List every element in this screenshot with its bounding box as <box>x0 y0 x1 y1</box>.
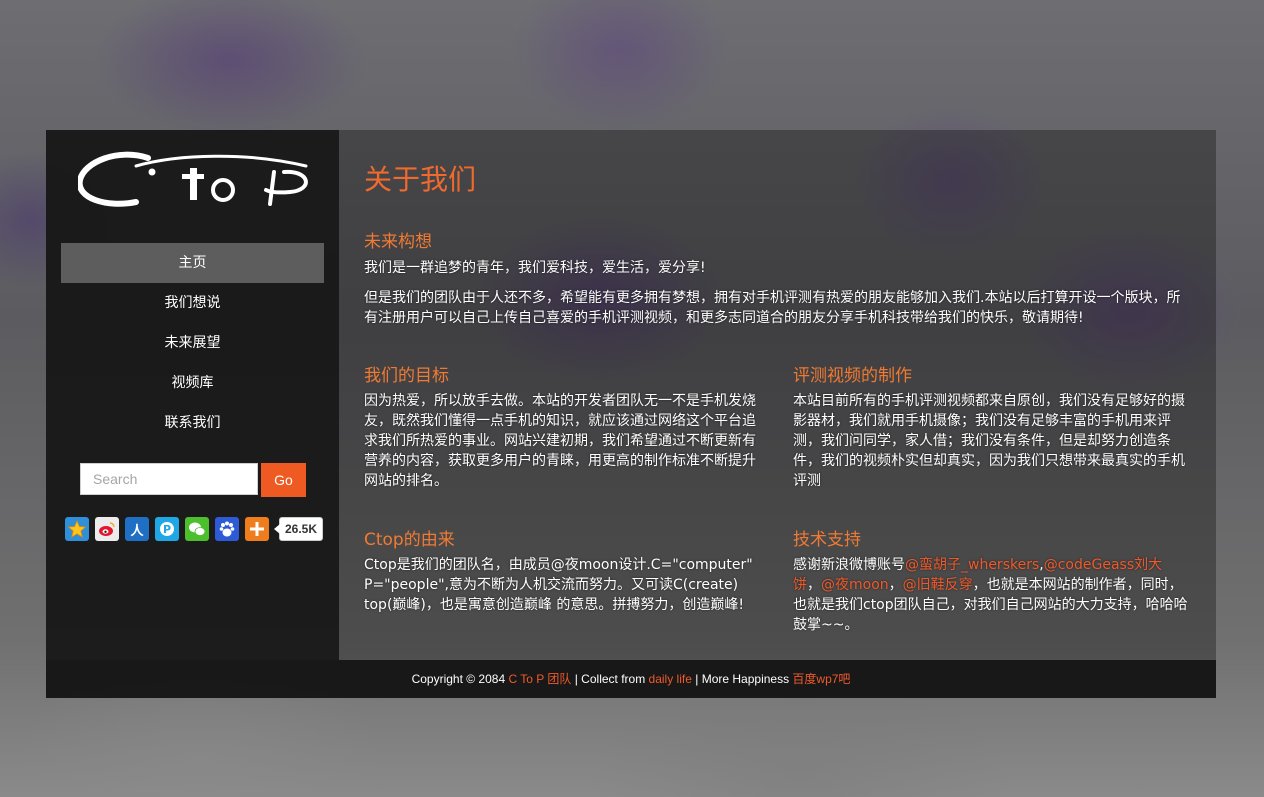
baidu-bar-link[interactable]: 百度wp7吧 <box>792 672 850 686</box>
main-nav: 主页 我们想说 未来展望 视频库 联系我们 <box>61 243 324 443</box>
search-go-button[interactable]: Go <box>261 463 306 497</box>
section-title-video: 评测视频的制作 <box>793 366 912 386</box>
more-happiness-text: | More Happiness <box>695 672 790 686</box>
collect-text: | Collect from <box>574 672 646 686</box>
team-link[interactable]: C To P 团队 <box>508 672 571 686</box>
tech-separator: ， <box>807 577 821 593</box>
more-share-icon[interactable] <box>245 517 269 541</box>
section-title-tech: 技术支持 <box>793 530 861 550</box>
copyright-text: Copyright © 2084 <box>411 672 506 686</box>
sidebar: 主页 我们想说 未来展望 视频库 联系我们 Go 人 P <box>46 130 339 660</box>
weibo-account-link[interactable]: @蛮胡子_wherskers <box>905 557 1039 573</box>
tech-separator: ， <box>888 577 903 593</box>
section-title-origin: Ctop的由来 <box>364 530 455 550</box>
main-content: 关于我们 未来构想 我们是一群追梦的青年，我们爱科技，爱生活，爱分享! 但是我们… <box>339 130 1216 660</box>
daily-life-link[interactable]: daily life <box>649 672 692 686</box>
search-form: Go <box>80 463 306 497</box>
qzone-icon[interactable] <box>65 517 89 541</box>
video-paragraph: 本站目前所有的手机评测视频都来自原创，我们没有足够好的摄影器材，我们就用手机摄像… <box>793 393 1185 489</box>
share-bar: 人 P 26.5K <box>65 517 325 541</box>
renren-icon[interactable]: 人 <box>125 517 149 541</box>
tech-paragraph: 感谢新浪微博账号@蛮胡子_wherskers,@codeGeass刘大饼，@夜m… <box>793 555 1189 635</box>
nav-item-future[interactable]: 未来展望 <box>61 323 324 363</box>
nav-item-home[interactable]: 主页 <box>61 243 324 283</box>
future-paragraph-1: 我们是一群追梦的青年，我们爱科技，爱生活，爱分享! <box>364 260 706 276</box>
weibo-icon[interactable] <box>95 517 119 541</box>
svg-text:P: P <box>163 523 171 536</box>
search-input[interactable] <box>80 463 258 495</box>
weibo-account-link[interactable]: @夜moon <box>821 577 889 593</box>
nav-item-contact[interactable]: 联系我们 <box>61 403 324 443</box>
future-paragraph-2: 但是我们的团队由于人还不多，希望能有更多拥有梦想，拥有对手机评测有热爱的朋友能够… <box>364 290 1181 326</box>
goal-paragraph: 因为热爱，所以放手去做。本站的开发者团队无一不是手机发烧友，既然我们懂得一点手机… <box>364 393 756 489</box>
footer: Copyright © 2084 C To P 团队 | Collect fro… <box>46 660 1216 698</box>
wechat-icon[interactable] <box>185 517 209 541</box>
baidu-icon[interactable] <box>215 517 239 541</box>
tech-prefix: 感谢新浪微博账号 <box>793 557 905 573</box>
origin-paragraph: Ctop是我们的团队名，由成员@夜moon设计.C="computer" P="… <box>364 557 753 613</box>
tencent-pengyou-icon[interactable]: P <box>155 517 179 541</box>
section-title-future: 未来构想 <box>364 232 432 252</box>
site-logo[interactable] <box>78 150 314 212</box>
page-title: 关于我们 <box>364 163 477 196</box>
nav-item-we-say[interactable]: 我们想说 <box>61 283 324 323</box>
weibo-account-link[interactable]: @旧鞋反穿 <box>903 577 973 593</box>
share-count[interactable]: 26.5K <box>273 517 324 541</box>
section-title-goal: 我们的目标 <box>364 366 449 386</box>
page-frame: 主页 我们想说 未来展望 视频库 联系我们 Go 人 P <box>46 130 1216 698</box>
nav-item-video-library[interactable]: 视频库 <box>61 363 324 403</box>
